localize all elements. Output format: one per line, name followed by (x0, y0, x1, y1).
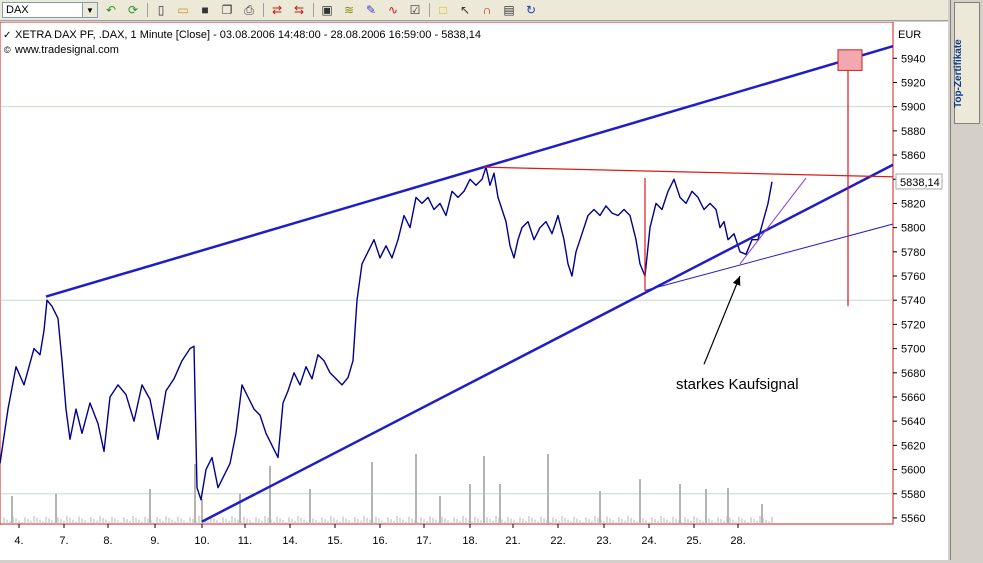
redo-icon[interactable]: ↻ (522, 2, 540, 18)
trend-icon[interactable]: ∿ (384, 2, 402, 18)
x-tick-label: 7. (59, 535, 68, 547)
undo-icon[interactable]: ↶ (102, 2, 120, 18)
chart-window: 4. 7. 8. 9. 10. 11. 14. 15. 16. 17. 18. 21. 22. 23. 24… (0, 21, 948, 560)
toolbar-separator (313, 3, 314, 17)
y-tick-label: 5660 (901, 392, 925, 404)
chart-icon: ✓ (3, 30, 11, 41)
color-icon[interactable]: □ (434, 2, 452, 18)
y-tick-label: 5720 (901, 319, 925, 331)
side-panel: Top-Zertifikate (950, 0, 983, 560)
y-tick-label: 5920 (901, 77, 925, 89)
target-box (837, 49, 863, 71)
y-tick-label: 5620 (901, 440, 925, 452)
print-icon[interactable]: ⎙ (240, 2, 258, 18)
x-tick-label: 16. (372, 535, 387, 547)
refresh-icon[interactable]: ⟳ (124, 2, 142, 18)
y-tick-label: 5880 (901, 126, 925, 138)
y-tick-label: 5760 (901, 271, 925, 283)
currency-label: EUR (898, 29, 921, 41)
y-tick-label: 5640 (901, 416, 925, 428)
y-tick-label: 5740 (901, 295, 925, 307)
new-icon[interactable]: ▯ (152, 2, 170, 18)
price-chart[interactable]: 4. 7. 8. 9. 10. 11. 14. 15. 16. 17. 18. 21. 22. 23. 24… (0, 21, 948, 560)
x-tick-label: 10. (194, 535, 209, 547)
x-axis: 4. 7. 8. 9. 10. 11. 14. 15. 16. 17. 18. 21. 22. 23. 24… (14, 524, 746, 547)
y-tick-label: 5680 (901, 368, 925, 380)
x-tick-label: 14. (282, 535, 297, 547)
y-tick-label: 5820 (901, 198, 925, 210)
chart-title: XETRA DAX PF, .DAX, 1 Minute [Close] - 0… (15, 29, 481, 41)
magnet-icon[interactable]: ∩ (478, 2, 496, 18)
y-tick-label: 5600 (901, 465, 925, 477)
indicator-icon[interactable]: ≋ (340, 2, 358, 18)
y-tick-label: 5560 (901, 513, 925, 525)
x-tick-label: 9. (150, 535, 159, 547)
last-price-label: 5838,14 (900, 177, 940, 189)
plot-background (0, 21, 894, 525)
y-tick-label: 5860 (901, 150, 925, 162)
chart-b-icon[interactable]: ⇆ (290, 2, 308, 18)
pointer-icon[interactable]: ↖ (456, 2, 474, 18)
y-tick-label: 5800 (901, 223, 925, 235)
drawing-icon[interactable]: ✎ (362, 2, 380, 18)
open-icon[interactable]: ▭ (174, 2, 192, 18)
x-tick-label: 4. (14, 535, 23, 547)
window-icon[interactable]: ▣ (318, 2, 336, 18)
toolbar-separator (429, 3, 430, 17)
x-tick-label: 24. (641, 535, 656, 547)
y-tick-label: 5700 (901, 344, 925, 356)
y-tick-label: 5900 (901, 102, 925, 114)
copyright-icon: © (4, 45, 11, 55)
x-tick-label: 17. (416, 535, 431, 547)
properties-icon[interactable]: ☑ (406, 2, 424, 18)
symbol-select[interactable]: DAX ▼ (2, 2, 98, 18)
y-axis: 5560 5580 5600 5620 5640 5660 5680 5700 5720 5740… (893, 53, 925, 525)
x-tick-label: 23. (596, 535, 611, 547)
x-tick-label: 8. (103, 535, 112, 547)
x-tick-label: 21. (505, 535, 520, 547)
annotation-text: starkes Kaufsignal (676, 376, 799, 393)
symbol-value: DAX (6, 4, 29, 16)
y-tick-label: 5940 (901, 53, 925, 65)
x-tick-label: 25. (686, 535, 701, 547)
side-tab-label: Top-Zertifikate (953, 39, 964, 108)
copy-icon[interactable]: ❐ (218, 2, 236, 18)
source-label: www.tradesignal.com (14, 44, 119, 56)
y-tick-label: 5580 (901, 489, 925, 501)
x-tick-label: 11. (238, 535, 252, 547)
toolbar-separator (263, 3, 264, 17)
save-icon[interactable]: ■ (196, 2, 214, 18)
y-tick-label: 5780 (901, 247, 925, 259)
chevron-down-icon[interactable]: ▼ (82, 3, 97, 17)
x-tick-label: 15. (327, 535, 342, 547)
chart-a-icon[interactable]: ⇄ (268, 2, 286, 18)
settings-icon[interactable]: ▤ (500, 2, 518, 18)
x-tick-label: 18. (462, 535, 477, 547)
x-tick-label: 22. (550, 535, 565, 547)
x-tick-label: 28. (730, 535, 745, 547)
toolbar-separator (147, 3, 148, 17)
toolbar: DAX ▼ ↶ ⟳ ▯ ▭ ■ ❐ ⎙ ⇄ ⇆ ▣ ≋ ✎ ∿ ☑ □ ↖ ∩ … (0, 0, 948, 21)
